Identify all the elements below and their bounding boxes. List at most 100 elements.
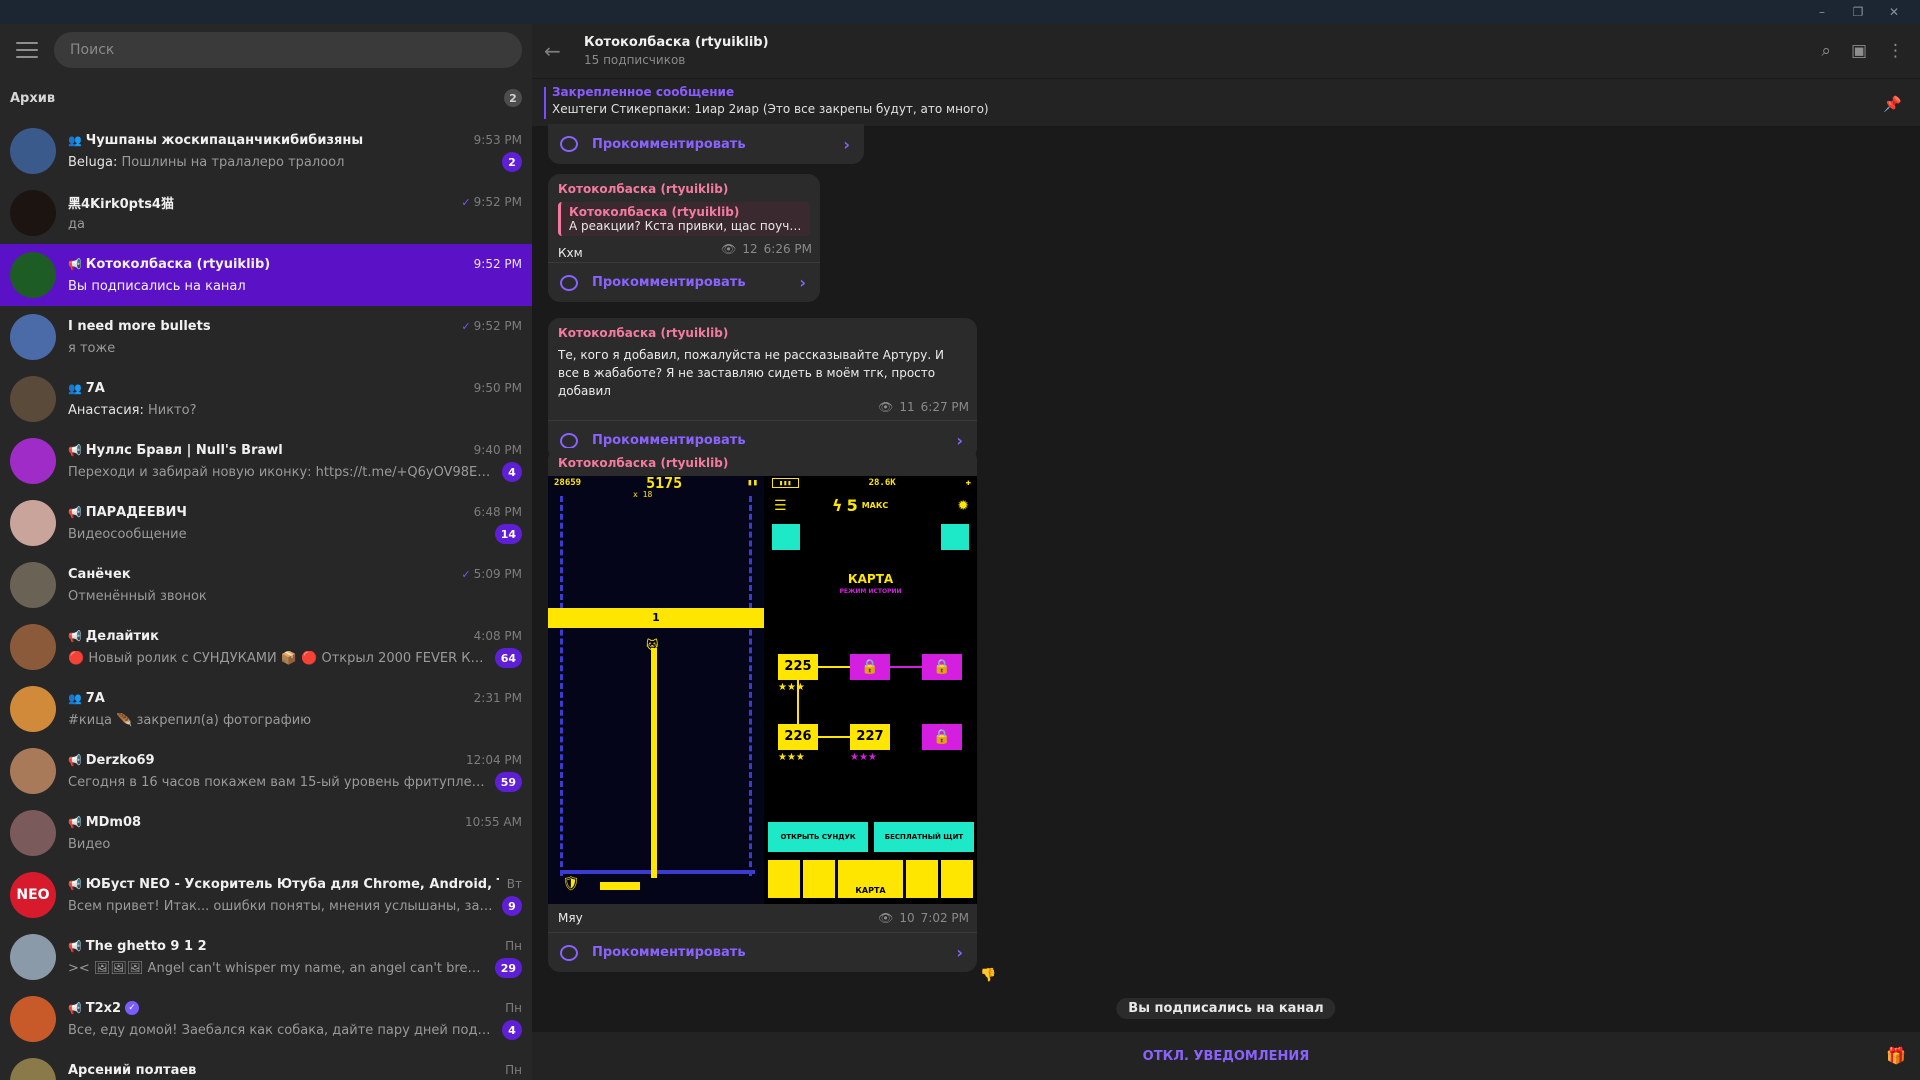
chat-list-item[interactable]: 📢 Делайтик 4:08 PM 🔴 Новый ролик с СУНДУКАМ… <box>0 616 532 678</box>
minimize-button[interactable]: – <box>1804 0 1840 24</box>
chat-list-item[interactable]: 📢 The ghetto 9 1 2 Пн >< 🖼🖼🖼 Angel can't wh… <box>0 926 532 988</box>
chat-list-item[interactable]: 📢 MDm08 10:55 AM Видео <box>0 802 532 864</box>
close-button[interactable]: ✕ <box>1876 0 1912 24</box>
message-views: 10 <box>899 911 915 925</box>
chat-list-item[interactable]: 📢 Котоколбаска (rtyuiklib) 9:52 PM Вы подпи… <box>0 244 532 306</box>
chat-name-text: T2x2 <box>85 1000 122 1016</box>
reply-quote[interactable]: Котоколбаска (rtyuiklib) А реакции? Кста… <box>558 202 810 236</box>
chat-name-text: Санёчек <box>68 566 131 582</box>
chat-name: 📢 Котоколбаска (rtyuiklib) <box>68 257 270 272</box>
lock-icon: 🔒 <box>850 654 890 680</box>
channel-icon: 📢 <box>68 505 82 519</box>
avatar <box>10 624 56 670</box>
chat-list-item[interactable]: 黑4Kirk0pts4猫 ✓ 9:52 PM да <box>0 182 532 244</box>
chat-name: I need more bullets <box>68 319 211 334</box>
pinned-list-icon[interactable]: 📌 <box>1883 95 1902 113</box>
comment-button[interactable]: Прокомментировать › <box>548 262 820 302</box>
avatar <box>10 748 56 794</box>
chat-list-item[interactable]: I need more bullets ✓ 9:52 PM я тоже <box>0 306 532 368</box>
avatar <box>10 996 56 1042</box>
chat-list-item[interactable]: 📢 Нуллс Бравл | Null's Brawl 9:40 PM Перехо… <box>0 430 532 492</box>
chat-time: 9:53 PM <box>474 133 522 147</box>
chat-preview: Вы подписались на канал <box>68 279 246 294</box>
chat-preview-text: Видео <box>68 836 111 852</box>
hamburger-menu-icon[interactable] <box>16 42 38 58</box>
chat-list-item[interactable]: 📢 ПАРАДЕЕВИЧ 6:48 PM Видеосообщение 14 <box>0 492 532 554</box>
chat-name: 黑4Kirk0pts4猫 <box>68 193 174 212</box>
chat-list-item[interactable]: 📢 Derzko69 12:04 PM Сегодня в 16 часов пока… <box>0 740 532 802</box>
chat-list-item[interactable]: 📢 T2x2 ✓ Пн Все, еду домой! Заебался как соб… <box>0 988 532 1050</box>
group-icon: 👥 <box>68 691 82 705</box>
more-menu-icon[interactable]: ⋮ <box>1887 41 1904 61</box>
chat-preview-text: Всем привет! Итак... ошибки поняты, мнен… <box>68 898 494 914</box>
plus-icon: ✚ <box>965 478 971 488</box>
views-eye-icon: 👁 <box>721 242 737 256</box>
avatar <box>10 376 56 422</box>
search-icon[interactable]: ⌕ <box>1821 41 1831 61</box>
chat-preview: я тоже <box>68 341 115 356</box>
verified-icon: ✓ <box>125 1001 140 1015</box>
pinned-message-bar[interactable]: Закрепленное сообщение Хештеги Стикерпак… <box>532 78 1920 126</box>
comment-button[interactable]: Прокомментировать › <box>548 932 977 972</box>
game-screenshot-image[interactable]: 28659 5175 ▮▮ x 18 1 🐱 🛡 ▮▮▮ 28.6K ✚ ☰ ϟ… <box>548 474 977 904</box>
reaction-icon[interactable]: 👎 <box>980 968 996 983</box>
chat-preview: Переходи и забирай новую иконку: https:/… <box>68 465 494 480</box>
lightning-icon: ϟ <box>832 496 843 515</box>
game-left-screen: 28659 5175 ▮▮ x 18 1 🐱 🛡 <box>548 474 764 904</box>
chat-preview: Все, еду домой! Заебался как собака, дай… <box>68 1023 494 1038</box>
chat-list: 👥 Чушпаны жоскипацанчикибибизяны 9:53 PM Be… <box>0 120 532 1080</box>
mute-notifications-button[interactable]: ОТКЛ. УВЕДОМЛЕНИЯ 🎁 <box>532 1032 1920 1080</box>
chat-list-item[interactable]: 👥 7А 2:31 PM #кица 🪶 закрепил(а) фотографию <box>0 678 532 740</box>
chat-list-item[interactable]: Арсений полтаев Пн <box>0 1050 532 1080</box>
chat-header-info[interactable]: Котоколбаска (rtyuiklib) 15 подписчиков <box>584 35 769 67</box>
chat-list-item[interactable]: Санёчек ✓ 5:09 PM Отменённый звонок <box>0 554 532 616</box>
chat-time-text: 9:40 PM <box>473 443 522 457</box>
chat-list-item[interactable]: NEO 📢 ЮБуст NEO - Ускоритель Ютуба для Chr… <box>0 864 532 926</box>
message-list: Прокомментировать › Котоколбаска (rtyuik… <box>532 124 1920 1032</box>
chat-name-text: MDm08 <box>85 814 142 830</box>
sidebar: Архив 2 👥Чушпаны жоскипацанчикибибизяны9… <box>0 24 532 1080</box>
chat-preview-text: Отменённый звонок <box>68 588 207 604</box>
chat-time: 6:48 PM <box>474 505 522 519</box>
chat-header: ← Котоколбаска (rtyuiklib) 15 подписчико… <box>532 24 1920 78</box>
avatar <box>10 252 56 298</box>
avatar <box>10 438 56 484</box>
game-map-subtitle: РЕЖИМ ИСТОРИИ <box>839 588 902 595</box>
gift-icon[interactable]: 🎁 <box>1886 1046 1906 1065</box>
chat-time-text: 9:52 PM <box>473 319 522 333</box>
comment-icon <box>560 944 578 961</box>
views-eye-icon: 👁 <box>878 400 894 414</box>
chat-preview: >< 🖼🖼🖼 Angel can't whisper my name, an a… <box>68 961 487 976</box>
avatar <box>10 686 56 732</box>
chat-time: 4:08 PM <box>474 629 522 643</box>
chat-preview-text: Видеосообщение <box>68 526 187 542</box>
chat-time: Пн <box>505 939 522 953</box>
comment-button[interactable]: Прокомментировать › <box>548 124 864 164</box>
chat-time: 9:50 PM <box>474 381 522 395</box>
settings-gear-icon: ✹ <box>957 498 969 514</box>
chat-time: 9:52 PM <box>474 257 522 271</box>
search-input[interactable] <box>54 32 522 68</box>
avatar <box>10 810 56 856</box>
archive-row[interactable]: Архив 2 <box>0 76 532 120</box>
chat-name-text: The ghetto 9 1 2 <box>85 938 207 954</box>
chat-list-item[interactable]: 👥 Чушпаны жоскипацанчикибибизяны 9:53 PM Be… <box>0 120 532 182</box>
sidebar-toggle-icon[interactable]: ▣ <box>1851 41 1867 61</box>
chat-list-item[interactable]: 👥 7А 9:50 PM Анастасия: Никто? <box>0 368 532 430</box>
chat-preview: 🔴 Новый ролик с СУНДУКАМИ 📦 🔴 Открыл 200… <box>68 651 487 666</box>
game-level-226: 226 <box>778 724 818 750</box>
back-arrow-icon[interactable]: ← <box>544 39 584 63</box>
restore-button[interactable]: ❐ <box>1840 0 1876 24</box>
channel-icon: 📢 <box>68 1001 82 1015</box>
chat-time-text: Пн <box>505 1001 522 1015</box>
comment-icon <box>560 274 578 291</box>
game-multiplier: x 18 <box>633 490 653 499</box>
chat-preview-text: >< 🖼🖼🖼 Angel can't whisper my name, an a… <box>68 960 487 976</box>
message-views: 11 <box>899 400 915 414</box>
channel-icon: 📢 <box>68 815 82 829</box>
channel-icon: 📢 <box>68 877 82 891</box>
chat-time: ✓ 9:52 PM <box>461 319 522 333</box>
chat-time: Вт <box>507 877 522 891</box>
pause-icon: ▮▮ <box>747 478 758 488</box>
message-time: 6:26 PM <box>763 242 812 256</box>
